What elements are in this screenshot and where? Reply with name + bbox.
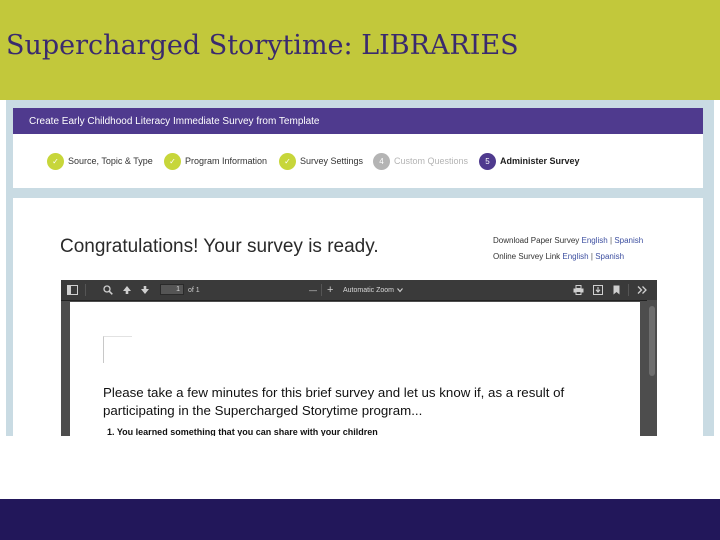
toolbar-divider [628, 284, 629, 296]
step-check-icon: ✓ [279, 152, 296, 170]
step-program-information[interactable]: ✓ Program Information [164, 152, 267, 170]
wizard-header-bar: Create Early Childhood Literacy Immediat… [13, 108, 703, 134]
toolbar-divider [321, 284, 322, 296]
survey-ready-panel: Congratulations! Your survey is ready. D… [13, 198, 703, 436]
zoom-select[interactable]: Automatic Zoom [343, 284, 403, 296]
pdf-page: Please take a few minutes for this brief… [70, 302, 640, 436]
download-icon[interactable] [593, 283, 603, 297]
step-survey-settings[interactable]: ✓ Survey Settings [279, 152, 363, 170]
step-label: Source, Topic & Type [68, 156, 153, 166]
online-spanish-link[interactable]: Spanish [595, 252, 624, 261]
page-number-input[interactable]: 1 [160, 284, 184, 295]
print-icon[interactable] [573, 283, 584, 297]
link-separator: | [590, 252, 593, 261]
search-icon[interactable] [103, 283, 113, 297]
download-spanish-link[interactable]: Spanish [614, 236, 643, 245]
wizard-header-title: Create Early Childhood Literacy Immediat… [29, 116, 320, 127]
pdf-scrollbar-thumb[interactable] [649, 306, 655, 376]
page-count: of 1 [188, 286, 200, 294]
download-paper-survey-label: Download Paper Survey [493, 236, 580, 245]
step-number-badge: 4 [373, 152, 390, 170]
slide-title: Supercharged Storytime: LIBRARIES [6, 30, 519, 61]
pdf-scrollbar[interactable] [647, 300, 657, 436]
online-english-link[interactable]: English [562, 252, 588, 261]
step-label: Survey Settings [300, 156, 364, 166]
slide-footer-band [0, 499, 720, 540]
step-label: Administer Survey [500, 156, 580, 166]
zoom-select-value: Automatic Zoom [343, 286, 394, 294]
step-label: Program Information [185, 156, 268, 166]
previous-page-icon[interactable] [122, 283, 132, 297]
download-english-link[interactable]: English [582, 236, 608, 245]
step-custom-questions[interactable]: 4 Custom Questions [373, 152, 468, 170]
pdf-toolbar: 1 of 1 — + Automatic Zoom [61, 280, 657, 301]
chevron-down-icon [397, 288, 403, 293]
pdf-viewer: 1 of 1 — + Automatic Zoom Please take a … [61, 280, 657, 436]
pdf-logo-placeholder [103, 336, 132, 363]
bookmark-icon[interactable] [613, 283, 620, 297]
pdf-survey-intro: Please take a few minutes for this brief… [103, 385, 565, 418]
step-number-badge: 5 [479, 152, 496, 170]
step-source-topic-type[interactable]: ✓ Source, Topic & Type [47, 152, 153, 170]
online-survey-link-row: Online Survey Link English | Spanish [493, 249, 643, 265]
pdf-survey-question: 1. You learned something that you can sh… [107, 427, 378, 436]
step-check-icon: ✓ [164, 152, 181, 170]
zoom-in-button[interactable]: + [327, 283, 333, 297]
sidebar-toggle-icon[interactable] [67, 283, 78, 297]
link-separator: | [610, 236, 613, 245]
online-survey-link-label: Online Survey Link [493, 252, 561, 261]
toolbar-divider [85, 284, 86, 296]
step-check-icon: ✓ [47, 152, 64, 170]
congratulations-heading: Congratulations! Your survey is ready. [60, 236, 379, 257]
wizard-panel: Create Early Childhood Literacy Immediat… [13, 108, 703, 188]
zoom-out-button[interactable]: — [309, 283, 317, 297]
survey-screenshot: Create Early Childhood Literacy Immediat… [6, 100, 714, 436]
next-page-icon[interactable] [140, 283, 150, 297]
survey-links: Download Paper Survey English | Spanish … [493, 233, 643, 265]
tools-menu-icon[interactable] [637, 283, 648, 297]
download-paper-survey-row: Download Paper Survey English | Spanish [493, 233, 643, 249]
step-administer-survey[interactable]: 5 Administer Survey [479, 152, 580, 170]
step-label: Custom Questions [394, 156, 469, 166]
